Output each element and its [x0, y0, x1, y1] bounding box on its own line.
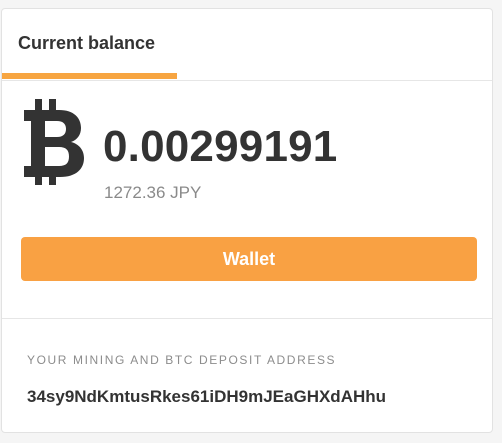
divider [2, 318, 492, 319]
tab-current-balance[interactable]: Current balance [2, 9, 177, 81]
fiat-balance: 1272.36 JPY [104, 183, 202, 202]
deposit-address: 34sy9NdKmtusRkes61iDH9mJEaGHXdAHhu [27, 387, 387, 406]
btc-balance-amount: 0.00299191 [103, 122, 338, 171]
tab-label: Current balance [18, 33, 156, 53]
balance-card: Current balance 0.00299191 1272.36 JPY W… [1, 8, 493, 433]
tab-bar: Current balance [2, 9, 492, 81]
bitcoin-icon [24, 99, 84, 185]
tab-active-indicator [2, 73, 177, 79]
deposit-address-label: YOUR MINING AND BTC DEPOSIT ADDRESS [27, 353, 337, 367]
wallet-button[interactable]: Wallet [21, 237, 477, 281]
